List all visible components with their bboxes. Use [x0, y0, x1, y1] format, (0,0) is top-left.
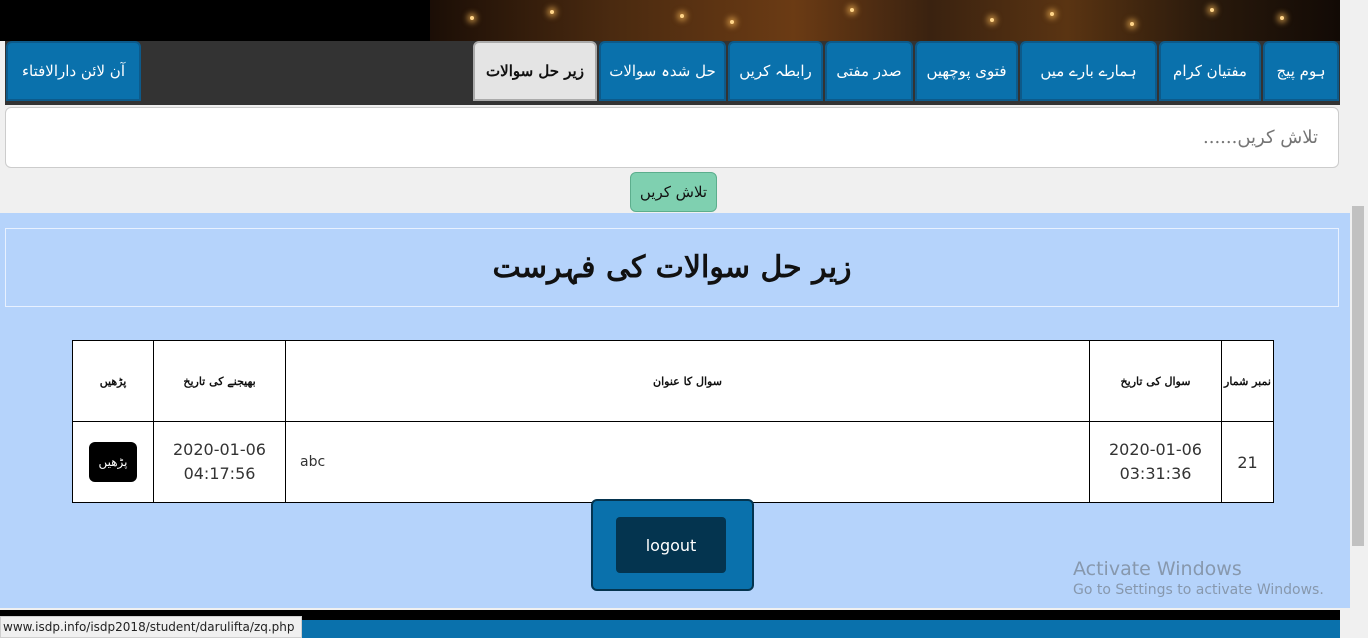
status-bar-url: www.isdp.info/isdp2018/student/darulifta… — [0, 616, 302, 638]
tab-home[interactable]: ہوم پیج — [1263, 41, 1339, 101]
table-header-row: نمبر شمار سوال کی تاریخ سوال کا عنوان بھ… — [72, 340, 1274, 422]
nav-bar: ہوم پیج مفتیان کرام ہمارے بارے میں فتوی … — [5, 41, 1340, 105]
tab-contact[interactable]: رابطہ کریں — [728, 41, 823, 101]
question-date-cell: 2020-01-06 03:31:36 — [1089, 421, 1222, 503]
sent-time: 04:17:56 — [183, 464, 256, 483]
question-title-cell: abc — [285, 421, 1090, 503]
activate-windows-subtitle: Go to Settings to activate Windows. — [1073, 582, 1324, 598]
search-input[interactable] — [6, 108, 1338, 167]
tab-chief-mufti[interactable]: صدر مفتی — [825, 41, 913, 101]
header-read: پڑھیں — [72, 340, 154, 422]
serial-cell: 21 — [1221, 421, 1274, 503]
sent-date: 2020-01-06 — [173, 440, 266, 459]
read-button[interactable]: پڑھیں — [89, 442, 137, 482]
search-box — [5, 107, 1339, 168]
question-datetime: 2020-01-06 03:31:36 — [1109, 438, 1202, 486]
brand-online-darulifta[interactable]: آن لائن دارالافتاء — [6, 41, 141, 101]
question-date: 2020-01-06 — [1109, 440, 1202, 459]
windows-activation-watermark: Activate Windows Go to Settings to activ… — [1073, 558, 1324, 598]
page-title-box: زیر حل سوالات کی فہرست — [5, 228, 1339, 307]
question-time: 03:31:36 — [1119, 464, 1192, 483]
banner-image — [430, 0, 1340, 41]
questions-table: نمبر شمار سوال کی تاریخ سوال کا عنوان بھ… — [72, 340, 1274, 503]
tab-about-us[interactable]: ہمارے بارے میں — [1020, 41, 1157, 101]
search-button[interactable]: تلاش کریں — [630, 172, 717, 212]
tab-pending-questions[interactable]: زیر حل سوالات — [473, 41, 597, 101]
header-question-title: سوال کا عنوان — [285, 340, 1090, 422]
logout-button[interactable]: logout — [616, 517, 726, 573]
header-banner — [0, 0, 1340, 41]
header-question-date: سوال کی تاریخ — [1089, 340, 1222, 422]
header-sent-date: بھیجنے کی تاریخ — [153, 340, 286, 422]
logout-container: logout — [591, 499, 754, 591]
table-row: 21 2020-01-06 03:31:36 abc 2020-01-06 04… — [72, 421, 1274, 503]
scrollbar-thumb[interactable] — [1352, 206, 1364, 546]
tab-ask-fatwa[interactable]: فتوی پوچھیں — [915, 41, 1018, 101]
activate-windows-title: Activate Windows — [1073, 558, 1242, 580]
tab-muftis[interactable]: مفتیان کرام — [1159, 41, 1261, 101]
main-content: زیر حل سوالات کی فہرست نمبر شمار سوال کی… — [0, 213, 1350, 608]
page-title: زیر حل سوالات کی فہرست — [492, 250, 852, 285]
sent-date-cell: 2020-01-06 04:17:56 — [153, 421, 286, 503]
header-serial: نمبر شمار — [1221, 340, 1274, 422]
sent-datetime: 2020-01-06 04:17:56 — [173, 438, 266, 486]
read-cell: پڑھیں — [72, 421, 154, 503]
tab-solved-questions[interactable]: حل شدہ سوالات — [599, 41, 726, 101]
